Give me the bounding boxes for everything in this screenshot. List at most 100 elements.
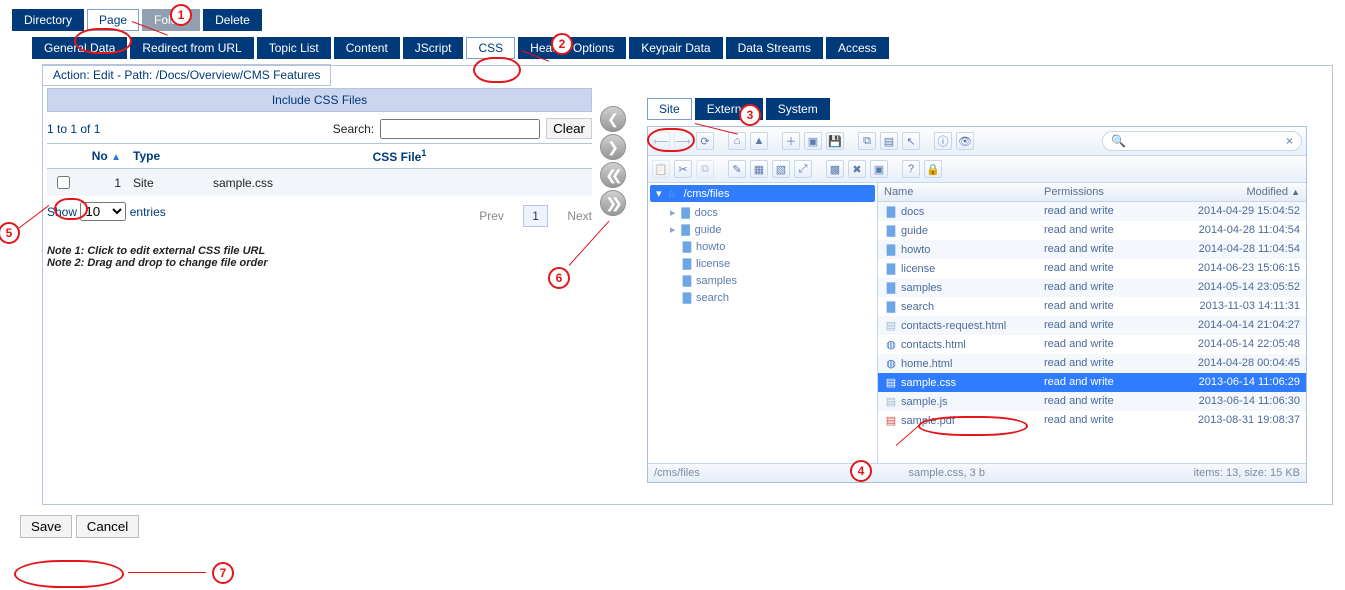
section-heading: Include CSS Files: [47, 88, 592, 112]
lock-icon[interactable]: 🔒: [924, 160, 942, 178]
tab-directory[interactable]: Directory: [12, 9, 84, 31]
folder-tree[interactable]: ▾ ⌂ /cms/files ▸ ▇docs ▸ ▇guide ▇howto ▇…: [648, 183, 878, 463]
file-row[interactable]: ▇ searchread and write2013-11-03 14:11:3…: [878, 297, 1306, 316]
cell-mod: 2013-08-31 19:08:37: [1148, 411, 1306, 430]
file-row[interactable]: ▇ docsread and write2014-04-29 15:04:52: [878, 202, 1306, 221]
tab-access[interactable]: Access: [826, 37, 889, 59]
select-icon[interactable]: ▦: [750, 160, 768, 178]
info-icon[interactable]: ⓘ: [934, 132, 952, 150]
tab-topic[interactable]: Topic List: [257, 37, 331, 59]
file-icon: ▇: [884, 300, 898, 313]
col-type[interactable]: Type: [127, 144, 207, 169]
tab-keypair[interactable]: Keypair Data: [629, 37, 722, 59]
file-search-input[interactable]: [1126, 134, 1286, 148]
tree-item[interactable]: ▸ ▇docs: [648, 204, 877, 221]
callout-4: 4: [850, 460, 872, 482]
cursor-icon[interactable]: ↖: [902, 132, 920, 150]
pager-current[interactable]: 1: [523, 205, 548, 227]
cut-icon[interactable]: ✂: [674, 160, 692, 178]
col-name[interactable]: Name: [878, 183, 1038, 201]
pager-next[interactable]: Next: [567, 209, 592, 223]
cell-perm: read and write: [1038, 221, 1148, 240]
cell-perm: read and write: [1038, 335, 1148, 354]
file-row[interactable]: ▇ licenseread and write2014-06-23 15:06:…: [878, 259, 1306, 278]
up-icon[interactable]: ▲: [750, 132, 768, 150]
perm-icon[interactable]: ▩: [826, 160, 844, 178]
move-last-btn[interactable]: ❯❯: [600, 190, 626, 216]
cell-mod: 2014-04-28 11:04:54: [1148, 240, 1306, 259]
table-row[interactable]: 1 Site sample.css: [47, 169, 592, 197]
save-icon[interactable]: 💾: [826, 132, 844, 150]
archive-icon[interactable]: ▣: [870, 160, 888, 178]
tree-item[interactable]: ▇howto: [648, 238, 877, 255]
col-mod[interactable]: Modified ▲: [1148, 183, 1306, 201]
fwd-icon: ⟶: [674, 132, 692, 150]
file-row[interactable]: ▇ samplesread and write2014-05-14 23:05:…: [878, 278, 1306, 297]
help-icon[interactable]: ?: [902, 160, 920, 178]
chevron-right-icon: ▸: [670, 207, 676, 219]
delete-icon[interactable]: ✖: [848, 160, 866, 178]
tab-general[interactable]: General Data: [32, 37, 127, 59]
row-checkbox[interactable]: [57, 176, 70, 189]
callout-3: 3: [739, 104, 761, 126]
pager-prev[interactable]: Prev: [479, 209, 504, 223]
tab-content[interactable]: Content: [334, 37, 400, 59]
cancel-button[interactable]: Cancel: [76, 515, 140, 538]
tab-delete[interactable]: Delete: [203, 9, 262, 31]
clear-button[interactable]: Clear: [546, 118, 592, 139]
file-row[interactable]: ◍ contacts.htmlread and write2014-05-14 …: [878, 335, 1306, 354]
search-input[interactable]: [380, 119, 540, 139]
file-icon: ▇: [884, 281, 898, 294]
tab-css[interactable]: CSS: [466, 37, 515, 59]
sort-asc-icon: ▲: [1291, 187, 1300, 197]
col-no[interactable]: No ▲: [81, 144, 127, 169]
tree-item[interactable]: ▇search: [648, 289, 877, 306]
disk-icon[interactable]: ▤: [880, 132, 898, 150]
tab-site[interactable]: Site: [647, 98, 692, 120]
save-button[interactable]: Save: [20, 515, 72, 538]
tree-item[interactable]: ▇samples: [648, 272, 877, 289]
file-row[interactable]: ▤ contacts-request.htmlread and write201…: [878, 316, 1306, 335]
file-row[interactable]: ▇ howtoread and write2014-04-28 11:04:54: [878, 240, 1306, 259]
new-doc-icon[interactable]: ＋: [782, 132, 800, 150]
copy-icon[interactable]: ⧉: [858, 132, 876, 150]
move-back-btn[interactable]: ❮: [600, 106, 626, 132]
tree-root[interactable]: ▾ ⌂ /cms/files: [650, 185, 875, 202]
file-row[interactable]: ▇ guideread and write2014-04-28 11:04:54: [878, 221, 1306, 240]
preview-icon[interactable]: 👁: [956, 132, 974, 150]
file-icon: ▇: [884, 262, 898, 275]
file-icon: ◍: [884, 357, 898, 370]
cell-mod: 2014-06-23 15:06:15: [1148, 259, 1306, 278]
col-file[interactable]: CSS File1: [207, 144, 592, 169]
file-row[interactable]: ◍ home.htmlread and write2014-04-28 00:0…: [878, 354, 1306, 373]
refresh-icon[interactable]: ⟳: [696, 132, 714, 150]
entries-select[interactable]: 10: [80, 202, 126, 221]
file-row[interactable]: ▤ sample.cssread and write2013-06-14 11:…: [878, 373, 1306, 392]
file-row[interactable]: ▤ sample.jsread and write2013-06-14 11:0…: [878, 392, 1306, 411]
folder-icon: ▇: [680, 257, 694, 270]
tab-jscript[interactable]: JScript: [403, 37, 464, 59]
clear-search-icon[interactable]: ×: [1286, 134, 1293, 148]
move-fwd-btn[interactable]: ❯: [600, 134, 626, 160]
search-label: Search:: [333, 122, 374, 136]
cell-no: 1: [81, 169, 127, 197]
file-icon: ▇: [884, 205, 898, 218]
file-row[interactable]: ▤ sample.pdfread and write2013-08-31 19:…: [878, 411, 1306, 430]
col-perm[interactable]: Permissions: [1038, 183, 1148, 201]
file-icon: ▤: [884, 376, 898, 389]
cell-perm: read and write: [1038, 297, 1148, 316]
tab-redirect[interactable]: Redirect from URL: [130, 37, 253, 59]
move-first-btn[interactable]: ❮❮: [600, 162, 626, 188]
tab-system[interactable]: System: [766, 98, 830, 120]
tree-item[interactable]: ▇license: [648, 255, 877, 272]
rename-icon[interactable]: ✎: [728, 160, 746, 178]
cell-mod: 2013-06-14 11:06:30: [1148, 392, 1306, 411]
tab-streams[interactable]: Data Streams: [726, 37, 823, 59]
tree-item[interactable]: ▸ ▇guide: [648, 221, 877, 238]
file-icon: ▤: [884, 414, 898, 427]
edit-icon[interactable]: ▧: [772, 160, 790, 178]
cell-perm: read and write: [1038, 411, 1148, 430]
new-folder-icon[interactable]: ▣: [804, 132, 822, 150]
cell-mod: 2013-11-03 14:11:31: [1148, 297, 1306, 316]
expand-icon[interactable]: ⤢: [794, 160, 812, 178]
